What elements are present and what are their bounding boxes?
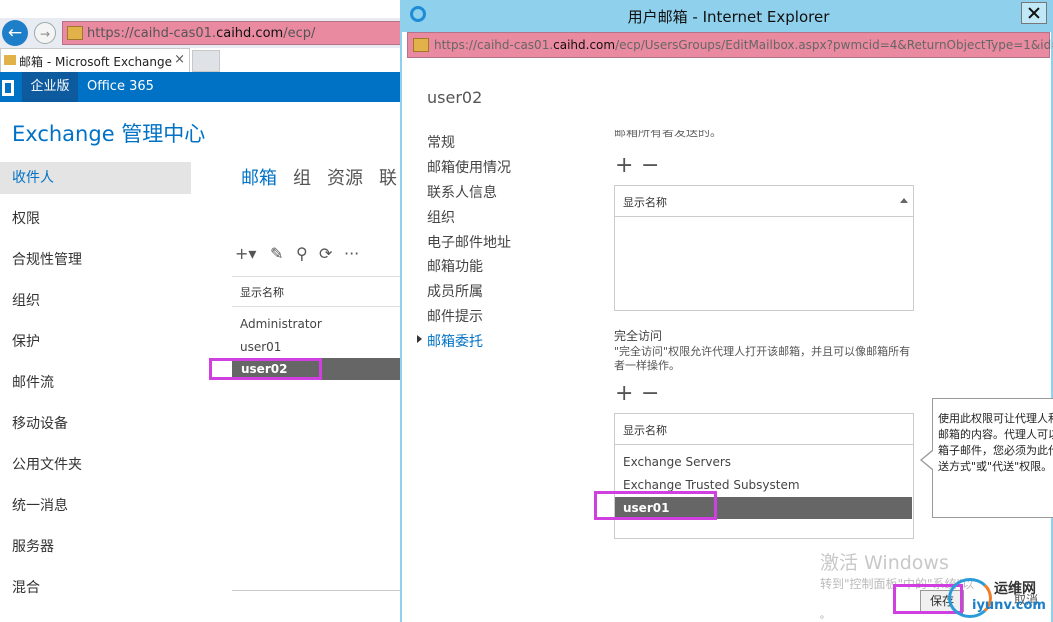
dialog-nav-mailtip[interactable]: 邮件提示 xyxy=(427,306,483,326)
edit-icon[interactable]: ✎ xyxy=(270,244,283,263)
dialog-address-url: https://caihd-cas01.caihd.com/ecp/UsersG… xyxy=(434,38,1053,52)
suite-tab-enterprise[interactable]: 企业版 xyxy=(22,72,78,102)
back-button[interactable]: ← xyxy=(2,20,28,46)
footer-dot: 。 xyxy=(820,610,830,621)
suite-tab-office365[interactable]: Office 365 xyxy=(87,72,154,102)
selected-arrow-icon xyxy=(417,335,422,343)
nav-item-servers[interactable]: 服务器 xyxy=(0,531,191,563)
dialog-address-bar[interactable]: https://caihd-cas01.caihd.com/ecp/UsersG… xyxy=(407,32,1053,58)
activation-watermark: 激活 Windows xyxy=(820,552,949,574)
address-bar[interactable]: https://caihd-cas01.caihd.com/ecp/ xyxy=(62,21,407,45)
tooltip-text: 使用此权限可让代理人和查看此邮箱的内容。代理人可以从此邮箱子邮件，您必须为此代分… xyxy=(938,412,1053,473)
dialog-nav-organization[interactable]: 组织 xyxy=(427,207,455,227)
full-access-title: 完全访问 xyxy=(614,329,663,343)
tab-mailboxes[interactable]: 邮箱 xyxy=(241,164,277,190)
nav-item-hybrid[interactable]: 混合 xyxy=(0,572,191,604)
highlight-box xyxy=(594,491,717,520)
nav-item-mobile[interactable]: 移动设备 xyxy=(0,408,191,440)
nav-item-protection[interactable]: 保护 xyxy=(0,326,191,358)
dialog-nav-mailbox-delegation[interactable]: 邮箱委托 xyxy=(427,331,483,351)
nav-item-organization[interactable]: 组织 xyxy=(0,285,191,317)
nav-item-compliance[interactable]: 合规性管理 xyxy=(0,244,191,276)
search-icon[interactable]: ⚲ xyxy=(296,244,308,263)
highlight-box xyxy=(209,358,322,380)
full-access-description: "完全访问"权限允许代理人打开该邮箱，并且可以像邮箱所有者一样操作。 xyxy=(614,345,911,372)
add-icon[interactable]: + xyxy=(615,383,633,405)
dialog-nav-email-address[interactable]: 电子邮件地址 xyxy=(427,232,511,252)
dialog-title: 用户邮箱 - Internet Explorer xyxy=(627,8,830,26)
refresh-icon[interactable]: ⟳ xyxy=(319,244,332,263)
address-url: https://caihd-cas01.caihd.com/ecp/ xyxy=(87,26,316,41)
dialog-nav-mailbox-features[interactable]: 邮箱功能 xyxy=(427,256,483,276)
forward-button[interactable]: → xyxy=(34,22,56,44)
browser-tab[interactable]: 邮箱 - Microsoft Exchange × xyxy=(0,48,190,72)
divider xyxy=(232,306,400,307)
grid-header-label: 显示名称 xyxy=(623,196,667,209)
sort-ascending-icon xyxy=(900,198,908,203)
nav-item-permissions[interactable]: 权限 xyxy=(0,203,191,235)
tab-resources[interactable]: 资源 xyxy=(327,164,363,190)
mailbox-row[interactable]: user01 xyxy=(240,340,281,354)
office-logo-icon[interactable] xyxy=(2,80,14,96)
nav-item-public-folders[interactable]: 公用文件夹 xyxy=(0,449,191,481)
dialog-nav-member-of[interactable]: 成员所属 xyxy=(427,281,483,301)
dialog-user-name: user02 xyxy=(427,88,483,107)
tab-contacts[interactable]: 联 xyxy=(379,164,397,190)
grid-header[interactable]: 显示名称 xyxy=(615,414,913,445)
full-access-row[interactable]: Exchange Trusted Subsystem xyxy=(623,478,800,492)
send-as-grid: 显示名称 xyxy=(614,185,914,311)
nav-item-unified-messaging[interactable]: 统一消息 xyxy=(0,490,191,522)
tab-title: 邮箱 - Microsoft Exchange xyxy=(19,55,173,69)
dialog-nav-mailbox-usage[interactable]: 邮箱使用情况 xyxy=(427,157,511,177)
certificate-icon xyxy=(67,26,83,40)
nav-item-recipients[interactable]: 收件人 xyxy=(0,162,191,194)
dialog-nav-contact-info[interactable]: 联系人信息 xyxy=(427,182,497,202)
list-header-display-name[interactable]: 显示名称 xyxy=(240,284,284,300)
mailbox-row[interactable]: Administrator xyxy=(240,317,322,331)
tab-groups[interactable]: 组 xyxy=(293,164,311,190)
more-icon[interactable]: ··· xyxy=(344,244,359,263)
remove-icon[interactable]: − xyxy=(641,383,659,405)
close-icon[interactable] xyxy=(1021,2,1047,24)
grid-header[interactable]: 显示名称 xyxy=(615,186,913,217)
tab-favicon-icon xyxy=(4,55,16,65)
nav-item-mailflow[interactable]: 邮件流 xyxy=(0,367,191,399)
section-description-cut: 邮箱所有者发送的。 xyxy=(614,130,723,139)
dialog-nav-general[interactable]: 常规 xyxy=(427,132,455,152)
full-access-grid: 显示名称 xyxy=(614,413,914,539)
site-logo-text: 运维网 xyxy=(994,581,1036,597)
add-icon[interactable]: +▾ xyxy=(235,244,256,263)
new-tab-button[interactable] xyxy=(192,50,220,72)
remove-icon[interactable]: − xyxy=(641,155,659,177)
grid-header-label: 显示名称 xyxy=(623,424,667,437)
full-access-row[interactable]: Exchange Servers xyxy=(623,455,731,469)
site-logo-url: iyunv.com xyxy=(972,598,1046,613)
divider xyxy=(232,276,400,277)
certificate-icon xyxy=(413,38,429,52)
tab-close-icon[interactable]: × xyxy=(174,52,185,67)
page-title: Exchange 管理中心 xyxy=(12,122,206,146)
divider xyxy=(232,590,400,591)
info-tooltip: 使用此权限可让代理人和查看此邮箱的内容。代理人可以从此邮箱子邮件，您必须为此代分… xyxy=(932,398,1053,518)
tooltip-pointer-fill xyxy=(922,451,933,469)
add-icon[interactable]: + xyxy=(615,155,633,177)
